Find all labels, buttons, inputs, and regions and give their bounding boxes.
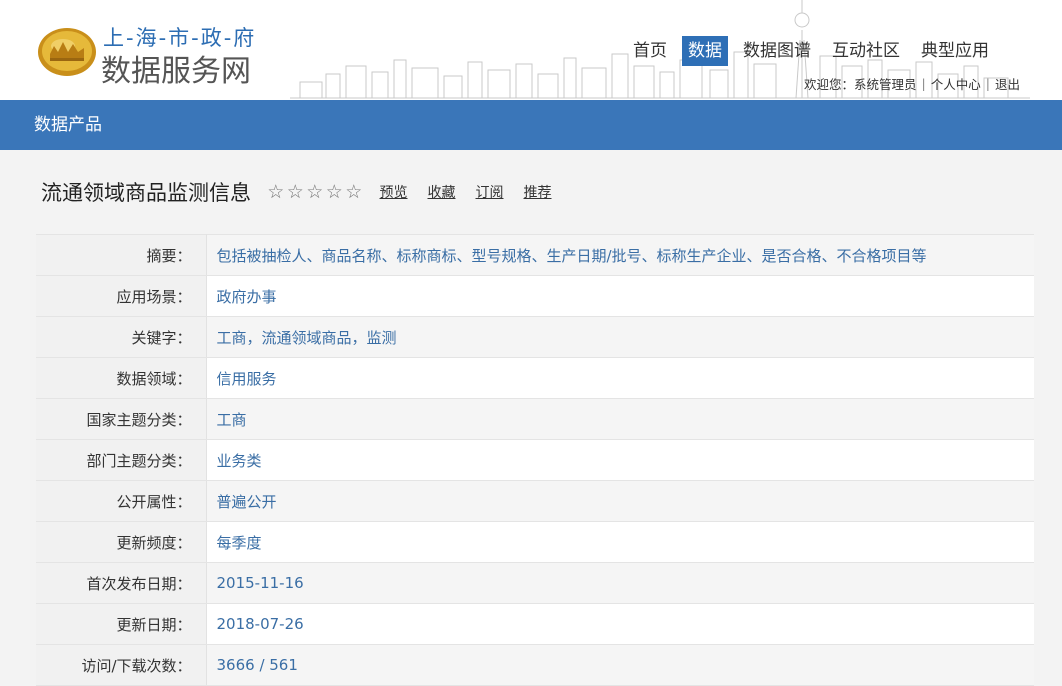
main-nav: 首页 数据 数据图谱 互动社区 典型应用 bbox=[627, 36, 1004, 66]
star-icon[interactable]: ☆ bbox=[344, 181, 364, 203]
table-row: 国家主题分类： 工商 bbox=[36, 398, 1034, 440]
field-value: 普遍公开 bbox=[206, 480, 1034, 522]
table-row: 首次发布日期： 2015-11-16 bbox=[36, 562, 1034, 604]
personal-center-link[interactable]: 个人中心 bbox=[931, 74, 981, 93]
field-value: 包括被抽检人、商品名称、标称商标、型号规格、生产日期/批号、标称生产企业、是否合… bbox=[206, 234, 1034, 276]
field-value: 工商，流通领域商品，监测 bbox=[206, 316, 1034, 358]
nav-home[interactable]: 首页 bbox=[627, 36, 673, 66]
star-rating[interactable]: ☆ ☆ ☆ ☆ ☆ bbox=[266, 181, 364, 203]
site-header: 上-海-市-政-府 数据服务网 首页 数据 数据图谱 互动社区 典型应用 欢迎您… bbox=[0, 0, 1062, 100]
section-title: 数据产品 bbox=[34, 115, 102, 135]
table-row: 部门主题分类： 业务类 bbox=[36, 439, 1034, 481]
logout-link[interactable]: 退出 bbox=[995, 74, 1020, 93]
table-row: 数据领域： 信用服务 bbox=[36, 357, 1034, 399]
field-label: 首次发布日期： bbox=[36, 562, 207, 604]
field-label: 数据领域： bbox=[36, 357, 207, 399]
field-value: 2015-11-16 bbox=[206, 562, 1034, 604]
field-value: 工商 bbox=[206, 398, 1034, 440]
star-icon[interactable]: ☆ bbox=[325, 181, 345, 203]
nav-applications[interactable]: 典型应用 bbox=[915, 36, 995, 66]
site-logo-icon bbox=[38, 28, 96, 76]
table-row: 公开属性： 普遍公开 bbox=[36, 480, 1034, 522]
favorite-link[interactable]: 收藏 bbox=[428, 182, 456, 202]
user-bar: 欢迎您：系统管理员 | 个人中心 | 退出 bbox=[804, 74, 1020, 93]
welcome-text: 欢迎您：系统管理员 bbox=[804, 77, 917, 92]
field-label: 更新日期： bbox=[36, 603, 207, 645]
site-name-line2: 数据服务网 bbox=[101, 54, 251, 89]
table-row: 更新频度： 每季度 bbox=[36, 521, 1034, 563]
subscribe-link[interactable]: 订阅 bbox=[476, 182, 504, 202]
recommend-link[interactable]: 推荐 bbox=[524, 182, 552, 202]
field-value: 业务类 bbox=[206, 439, 1034, 481]
star-icon[interactable]: ☆ bbox=[305, 181, 325, 203]
section-title-bar: 数据产品 bbox=[0, 100, 1062, 150]
nav-data[interactable]: 数据 bbox=[682, 36, 728, 66]
product-title-row: 流通领域商品监测信息 ☆ ☆ ☆ ☆ ☆ 预览 收藏 订阅 推荐 bbox=[36, 150, 1034, 234]
nav-data-graph[interactable]: 数据图谱 bbox=[737, 36, 817, 66]
table-row: 摘要： 包括被抽检人、商品名称、标称商标、型号规格、生产日期/批号、标称生产企业、… bbox=[36, 234, 1034, 276]
field-value: 信用服务 bbox=[206, 357, 1034, 399]
table-row: 访问/下载次数： 3666 / 561 bbox=[36, 644, 1034, 686]
star-icon[interactable]: ☆ bbox=[266, 181, 286, 203]
field-label: 公开属性： bbox=[36, 480, 207, 522]
field-label: 应用场景： bbox=[36, 275, 207, 317]
field-label: 关键字： bbox=[36, 316, 207, 358]
preview-link[interactable]: 预览 bbox=[380, 182, 408, 202]
field-value: 每季度 bbox=[206, 521, 1034, 563]
field-label: 更新频度： bbox=[36, 521, 207, 563]
field-label: 访问/下载次数： bbox=[36, 644, 207, 686]
product-title: 流通领域商品监测信息 bbox=[41, 181, 251, 205]
nav-community[interactable]: 互动社区 bbox=[826, 36, 906, 66]
star-icon[interactable]: ☆ bbox=[286, 181, 306, 203]
metadata-table: 摘要： 包括被抽检人、商品名称、标称商标、型号规格、生产日期/批号、标称生产企业、… bbox=[36, 234, 1034, 686]
product-actions: 预览 收藏 订阅 推荐 bbox=[380, 182, 572, 202]
divider: | bbox=[985, 76, 990, 91]
table-row: 更新日期： 2018-07-26 bbox=[36, 603, 1034, 645]
field-label: 部门主题分类： bbox=[36, 439, 207, 481]
field-label: 摘要： bbox=[36, 234, 207, 276]
table-row: 应用场景： 政府办事 bbox=[36, 275, 1034, 317]
field-value: 3666 / 561 bbox=[206, 644, 1034, 686]
field-value: 政府办事 bbox=[206, 275, 1034, 317]
table-row: 关键字： 工商，流通领域商品，监测 bbox=[36, 316, 1034, 358]
main-content: 流通领域商品监测信息 ☆ ☆ ☆ ☆ ☆ 预览 收藏 订阅 推荐 摘要： 包括被抽… bbox=[0, 150, 1062, 686]
divider: | bbox=[921, 76, 926, 91]
field-value: 2018-07-26 bbox=[206, 603, 1034, 645]
field-label: 国家主题分类： bbox=[36, 398, 207, 440]
